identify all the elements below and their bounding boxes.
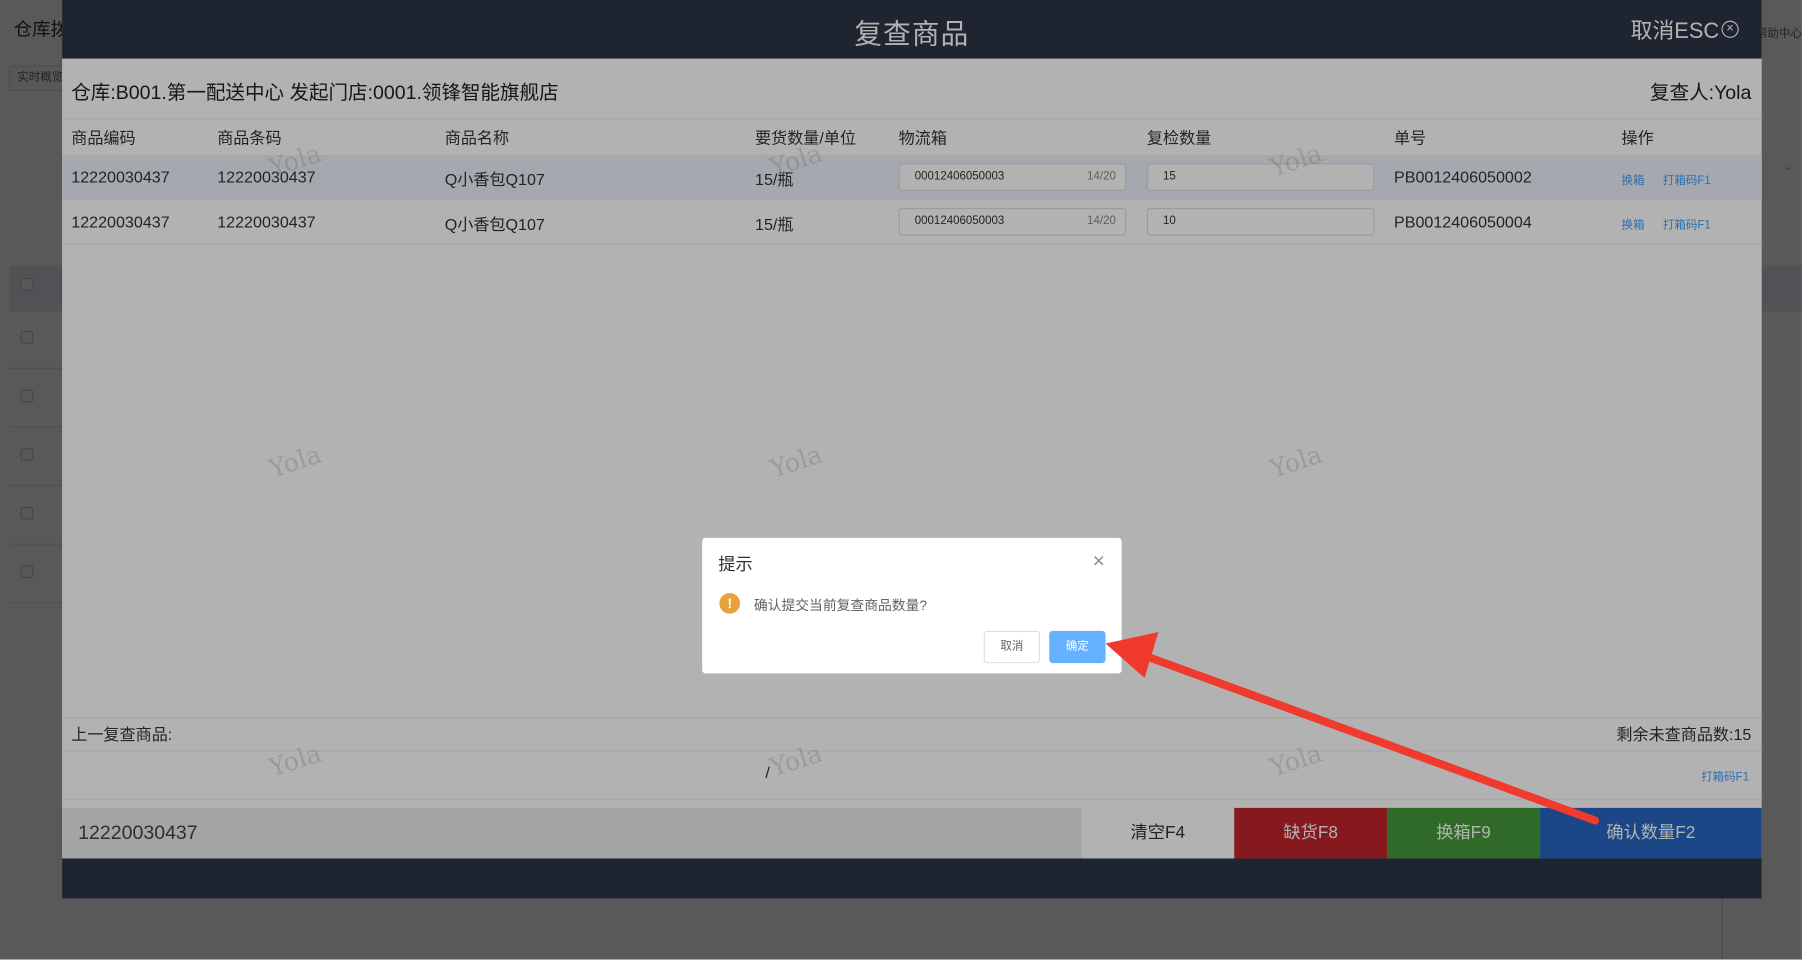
dialog-message: 确认提交当前复查商品数量? <box>753 597 928 614</box>
dialog-ok-button[interactable]: 确定 <box>1049 630 1106 664</box>
dialog-backdrop <box>0 0 1802 960</box>
close-icon[interactable]: ✕ <box>1092 552 1105 572</box>
confirm-dialog: 提示 ✕ ! 确认提交当前复查商品数量? 取消 确定 <box>702 537 1122 674</box>
dialog-cancel-button[interactable]: 取消 <box>983 630 1041 664</box>
dialog-title: 提示 <box>718 555 753 575</box>
warning-icon: ! <box>719 592 741 614</box>
